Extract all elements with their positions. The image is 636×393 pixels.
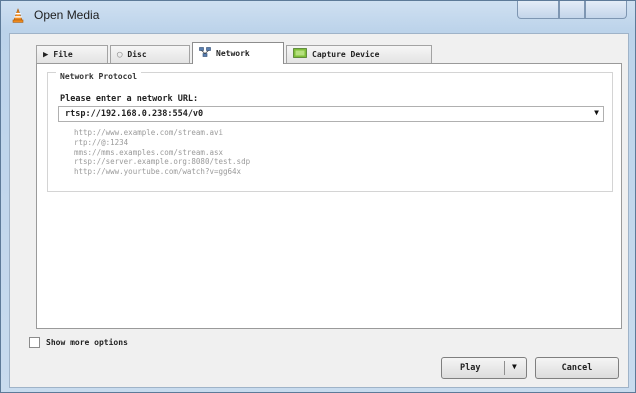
capture-device-icon bbox=[293, 48, 307, 61]
tab-disc[interactable]: ◯ Disc bbox=[110, 45, 190, 63]
show-more-options-label[interactable]: Show more options bbox=[46, 338, 128, 347]
play-button-divider bbox=[504, 361, 505, 375]
tab-file-label: File bbox=[53, 50, 73, 59]
network-icon bbox=[199, 47, 211, 60]
example-url: mms://mms.examples.com/stream.asx bbox=[74, 147, 224, 157]
network-protocol-group: Network Protocol Please enter a network … bbox=[47, 72, 613, 192]
tab-capture-device[interactable]: Capture Device bbox=[286, 45, 432, 63]
cancel-button[interactable]: Cancel bbox=[535, 357, 619, 379]
file-icon: ▶ bbox=[43, 49, 49, 60]
tab-bar: ▶ File ◯ Disc Network Capture Device bbox=[36, 42, 434, 64]
network-panel: Network Protocol Please enter a network … bbox=[36, 63, 622, 329]
dropdown-arrow-icon[interactable]: ▼ bbox=[594, 108, 599, 117]
tab-file[interactable]: ▶ File bbox=[36, 45, 108, 63]
url-combobox[interactable]: rtsp://192.168.0.238:554/v0 ▼ bbox=[58, 106, 604, 122]
example-url: http://www.example.com/stream.avi bbox=[74, 128, 224, 137]
tab-disc-label: Disc bbox=[127, 50, 147, 59]
play-dropdown-arrow-icon[interactable]: ▼ bbox=[512, 362, 517, 371]
close-button[interactable] bbox=[585, 1, 627, 19]
example-url: rtp://@:1234 bbox=[74, 137, 129, 147]
example-url: http://www.yourtube.com/watch?v=gg64x bbox=[74, 167, 242, 177]
window-controls bbox=[517, 1, 627, 21]
vlc-cone-icon bbox=[12, 8, 24, 23]
play-button-label: Play bbox=[460, 363, 481, 373]
tab-capture-device-label: Capture Device bbox=[312, 50, 380, 59]
maximize-button[interactable] bbox=[559, 1, 585, 19]
url-label: Please enter a network URL: bbox=[60, 94, 199, 104]
window-title: Open Media bbox=[34, 8, 100, 22]
show-more-options-checkbox[interactable] bbox=[29, 337, 40, 348]
dialog-body: ▶ File ◯ Disc Network Capture Device Net… bbox=[9, 33, 629, 388]
minimize-button[interactable] bbox=[517, 1, 559, 19]
disc-icon: ◯ bbox=[117, 49, 123, 60]
group-title: Network Protocol bbox=[56, 72, 142, 81]
tab-network[interactable]: Network bbox=[192, 42, 284, 64]
show-more-options[interactable]: Show more options bbox=[29, 337, 128, 348]
tab-network-label: Network bbox=[216, 49, 250, 58]
open-media-window: Open Media ▶ File ◯ Disc Network Capture… bbox=[0, 0, 636, 393]
title-bar[interactable]: Open Media bbox=[1, 1, 635, 31]
url-examples: http://www.example.com/stream.avi rtp://… bbox=[74, 128, 250, 177]
url-input-value[interactable]: rtsp://192.168.0.238:554/v0 bbox=[65, 109, 203, 119]
example-url: rtsp://server.example.org:8080/test.sdp bbox=[74, 157, 251, 167]
play-button[interactable]: Play ▼ bbox=[441, 357, 527, 379]
